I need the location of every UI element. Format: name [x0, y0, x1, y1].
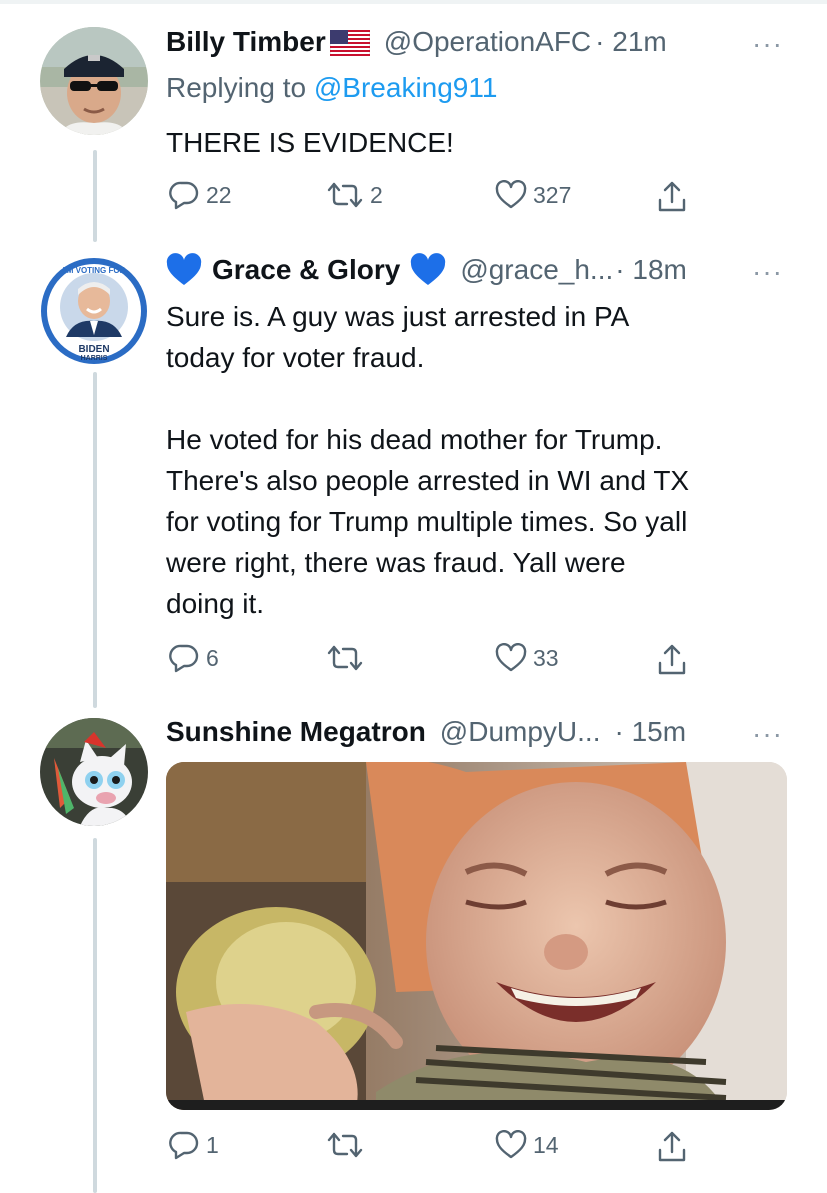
thread-line: [93, 838, 97, 1193]
share-icon: [658, 181, 686, 212]
like-count: 327: [533, 181, 572, 208]
like-icon: [495, 180, 527, 209]
blue-heart-icon: [410, 253, 446, 287]
like-count: 14: [533, 1131, 559, 1158]
timestamp[interactable]: · 15m: [614, 714, 686, 750]
retweet-icon: [327, 645, 363, 671]
tweet-text-line: doing it.: [166, 588, 265, 619]
reply-icon: [169, 181, 199, 210]
tweet-text: THERE IS EVIDENCE!: [166, 122, 454, 163]
tweet-text-line: [166, 378, 689, 419]
tweet-header: Sunshine Megatron @DumpyU... · 15m: [166, 714, 686, 750]
tweet-header: Billy Timber @OperationAFC · 21m: [166, 24, 667, 60]
timestamp[interactable]: · 21m: [595, 24, 667, 60]
more-icon[interactable]: ···: [752, 718, 783, 750]
avatar-badge-bottom: BIDEN: [78, 344, 109, 355]
thread-line: [93, 150, 97, 242]
tweet-text-line: He voted for his dead mother for Trump.: [166, 424, 663, 455]
display-name[interactable]: Grace & Glory: [212, 252, 400, 288]
reply-count: 1: [206, 1131, 219, 1158]
retweet-button[interactable]: [326, 1130, 370, 1160]
retweet-button[interactable]: [326, 643, 370, 673]
share-icon: [658, 1131, 686, 1162]
display-name[interactable]: Billy Timber: [166, 24, 326, 60]
like-button[interactable]: 327: [495, 180, 571, 210]
reply-icon: [169, 644, 199, 673]
reply-icon: [169, 1131, 199, 1160]
top-divider: [0, 0, 827, 4]
display-name[interactable]: Sunshine Megatron: [166, 714, 426, 750]
timestamp[interactable]: · 18m: [615, 252, 687, 288]
thread-line: [93, 372, 97, 708]
reply-button[interactable]: 6: [168, 643, 219, 673]
avatar[interactable]: I'M VOTING FOR BIDEN HARRIS: [40, 257, 148, 365]
more-icon[interactable]: ···: [752, 256, 783, 288]
like-icon: [495, 1130, 527, 1159]
avatar[interactable]: [40, 718, 148, 826]
like-count: 33: [533, 644, 559, 671]
reply-button[interactable]: 22: [168, 180, 232, 210]
retweet-button[interactable]: 2: [326, 180, 383, 210]
replying-to-label: Replying to: [166, 72, 307, 103]
avatar-badge-bottom-2: HARRIS: [81, 355, 108, 362]
reply-button[interactable]: 1: [168, 1130, 219, 1160]
tweet-text-line: today for voter fraud.: [166, 342, 425, 373]
tweet-text-line: THERE IS EVIDENCE!: [166, 127, 454, 158]
tweet-text: Sure is. A guy was just arrested in PA t…: [166, 296, 689, 624]
user-handle[interactable]: @grace_h...: [460, 252, 613, 288]
tweet-text-line: for voting for Trump multiple times. So …: [166, 506, 688, 537]
tweet-text-line: were right, there was fraud. Yall were: [166, 547, 626, 578]
retweet-icon: [327, 1132, 363, 1158]
retweet-count: 2: [370, 181, 383, 208]
like-button[interactable]: 33: [495, 643, 559, 673]
tweet-header: Grace & Glory @grace_h... · 18m: [166, 252, 687, 288]
tweet-text-line: Sure is. A guy was just arrested in PA: [166, 301, 630, 332]
blue-heart-icon: [166, 253, 202, 287]
avatar-badge-top: I'M VOTING FOR: [63, 266, 126, 275]
reply-count: 6: [206, 644, 219, 671]
retweet-icon: [327, 182, 363, 208]
user-handle[interactable]: @OperationAFC: [384, 24, 591, 60]
share-button[interactable]: [656, 643, 688, 677]
reply-count: 22: [206, 181, 232, 208]
avatar[interactable]: [40, 27, 148, 135]
replying-to: Replying to @Breaking911: [166, 72, 497, 104]
share-button[interactable]: [656, 1130, 688, 1164]
share-icon: [658, 644, 686, 675]
more-icon[interactable]: ···: [752, 28, 783, 60]
tweet-text-line: There's also people arrested in WI and T…: [166, 465, 690, 496]
tweet-media-image[interactable]: [166, 762, 787, 1110]
us-flag-icon: [329, 29, 371, 57]
reply-to-link[interactable]: @Breaking911: [314, 72, 498, 103]
user-handle[interactable]: @DumpyU...: [440, 714, 601, 750]
like-icon: [495, 643, 527, 672]
like-button[interactable]: 14: [495, 1130, 559, 1160]
share-button[interactable]: [656, 180, 688, 214]
